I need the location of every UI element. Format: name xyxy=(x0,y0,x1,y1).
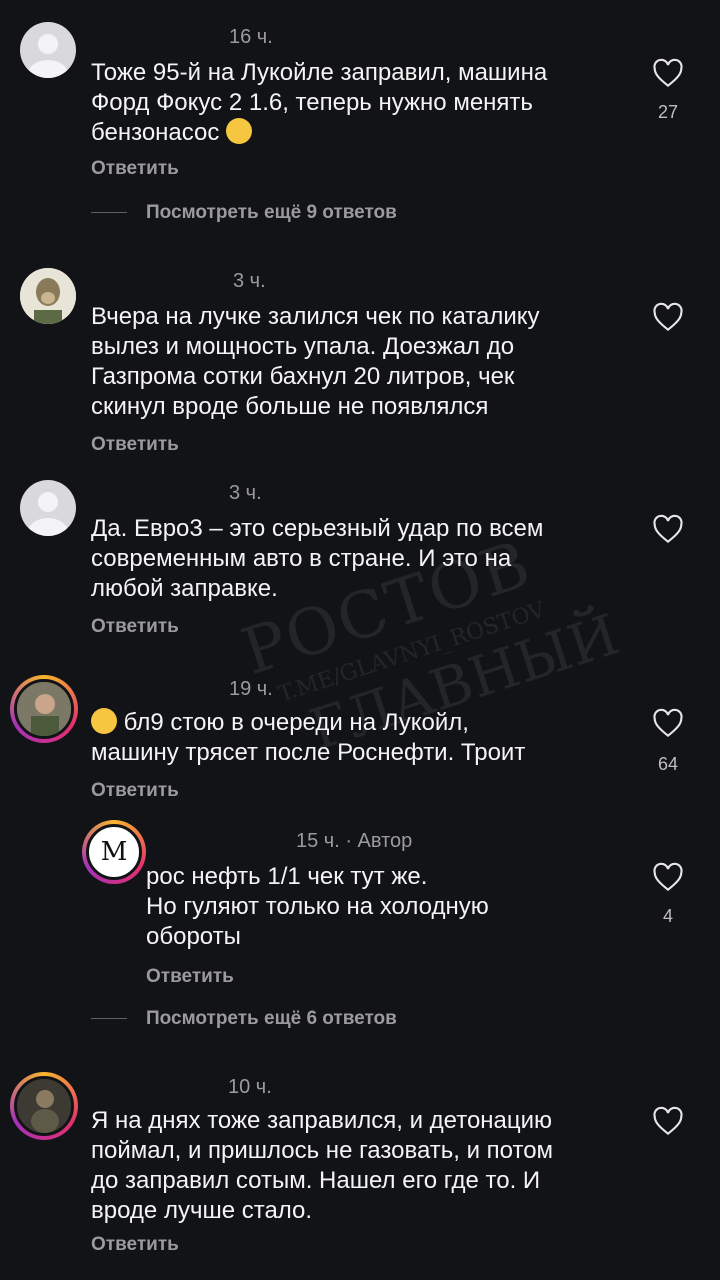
view-more-replies-button[interactable]: Посмотреть ещё 9 ответов xyxy=(146,202,397,224)
reply-button[interactable]: Ответить xyxy=(91,616,179,638)
comment-text: Вчера на лучке залился чек по каталику в… xyxy=(91,303,540,420)
like-button[interactable] xyxy=(648,58,688,93)
comment-text: рос нефть 1/1 чек тут же. Но гуляют толь… xyxy=(146,863,489,950)
ape-avatar-icon xyxy=(20,268,76,324)
avatar[interactable]: M xyxy=(82,820,146,884)
crying-emoji-icon xyxy=(91,708,117,734)
avatar[interactable] xyxy=(20,268,76,324)
comment-text: Да. Евро3 – это серьезный удар по всем с… xyxy=(91,515,544,602)
divider xyxy=(91,212,127,213)
figure-avatar-icon xyxy=(17,1079,71,1133)
default-avatar-icon xyxy=(28,34,68,78)
like-count: 64 xyxy=(657,754,679,774)
comment-time: 15 ч. · Автор xyxy=(296,830,413,852)
comment-time: 10 ч. xyxy=(228,1076,272,1098)
author-logo-letter: M xyxy=(100,837,128,867)
avatar[interactable] xyxy=(10,675,78,743)
comment-time: 3 ч. xyxy=(229,482,262,504)
heart-icon xyxy=(653,708,683,738)
heart-icon xyxy=(653,862,683,892)
like-count: 4 xyxy=(662,906,673,926)
avatar[interactable] xyxy=(20,22,76,78)
default-avatar-icon xyxy=(28,492,68,536)
like-button[interactable] xyxy=(648,862,688,897)
like-count: 27 xyxy=(657,102,679,122)
heart-icon xyxy=(653,514,683,544)
person-avatar-icon xyxy=(17,682,71,736)
comment-text-content: бл9 стою в очереди на Лукойл, машину тря… xyxy=(91,709,526,766)
like-button[interactable] xyxy=(648,1106,688,1141)
like-button[interactable] xyxy=(648,302,688,337)
avatar[interactable] xyxy=(10,1072,78,1140)
heart-icon xyxy=(653,302,683,332)
reply-button[interactable]: Ответить xyxy=(146,966,234,988)
comment-text-content: Тоже 95-й на Лукойле заправил, машина Фо… xyxy=(91,59,548,146)
comment-time: 16 ч. xyxy=(229,26,273,48)
heart-icon xyxy=(653,1106,683,1136)
comment-text: бл9 стою в очереди на Лукойл, машину тря… xyxy=(91,708,525,768)
reply-button[interactable]: Ответить xyxy=(91,158,179,180)
reply-button[interactable]: Ответить xyxy=(91,780,179,802)
comment-text: Я на днях тоже заправился, и детонацию п… xyxy=(91,1107,554,1224)
comment-time: 3 ч. xyxy=(233,270,266,292)
reply-button[interactable]: Ответить xyxy=(91,434,179,456)
like-button[interactable] xyxy=(648,708,688,743)
laughing-emoji-icon xyxy=(226,118,253,144)
comment-time: 19 ч. xyxy=(229,678,273,700)
comment-text: Тоже 95-й на Лукойле заправил, машина Фо… xyxy=(91,58,547,148)
divider xyxy=(91,1018,127,1019)
avatar[interactable] xyxy=(20,480,76,536)
reply-button[interactable]: Ответить xyxy=(91,1234,179,1256)
view-more-replies-button[interactable]: Посмотреть ещё 6 ответов xyxy=(146,1008,397,1030)
heart-icon xyxy=(653,58,683,88)
like-button[interactable] xyxy=(648,514,688,549)
